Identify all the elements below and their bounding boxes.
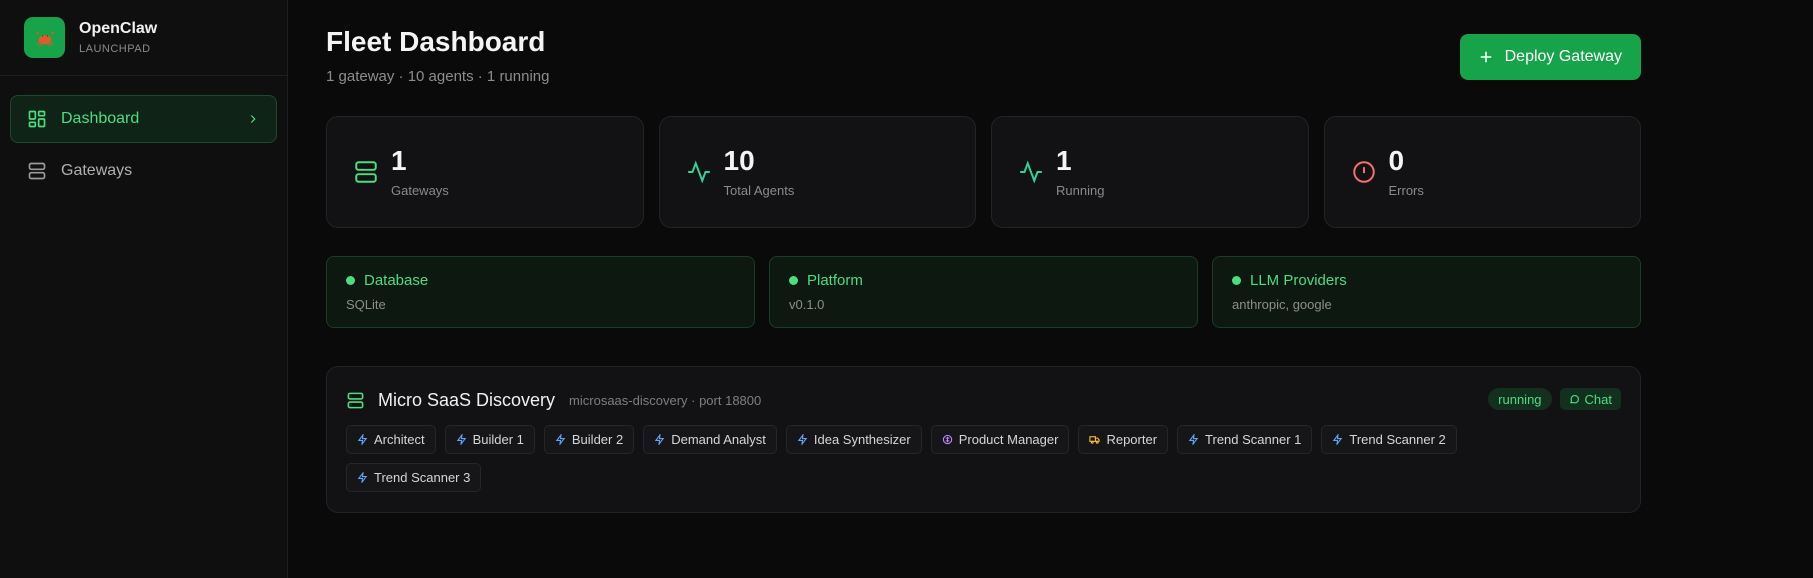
stat-value: 0 [1388,144,1405,176]
stat-label: Running [1056,182,1105,198]
sidebar: OpenClaw LAUNCHPAD Dashboard Gateways [0,0,288,578]
agent-chip[interactable]: Product Manager [930,425,1070,454]
agent-label: Demand Analyst [671,432,766,447]
sidebar-item-dashboard[interactable]: Dashboard [10,95,277,143]
zap-icon [1332,434,1343,445]
agent-label: Builder 2 [571,432,624,447]
stat-card-running: 1 Running [991,116,1309,228]
status-detail: v0.1.0 [789,297,825,312]
brain-icon [942,434,953,445]
gateway-meta: microsaas-discovery · port 18800 [569,392,762,408]
status-card-platform: Platform v0.1.0 [769,256,1198,328]
agent-label: Trend Scanner 2 [1349,432,1446,447]
page-header: Fleet Dashboard 1 gateway · 10 agents · … [326,0,1641,116]
status-card-database: Database SQLite [326,256,755,328]
deploy-gateway-label: Deploy Gateway [1504,48,1622,65]
status-dot [346,276,355,285]
agent-list: Architect Builder 1 Builder 2 Demand Ana… [346,425,1496,492]
activity-icon [686,159,712,185]
status-name: Database [364,272,429,289]
zap-icon [357,472,368,483]
stat-card-errors: 0 Errors [1323,116,1641,228]
agent-chip[interactable]: Builder 2 [543,425,635,454]
page-subtitle: 1 gateway · 10 agents · 1 running [326,68,550,85]
main-content: Fleet Dashboard 1 gateway · 10 agents · … [326,0,1641,513]
brand-subtitle: LAUNCHPAD [79,43,151,55]
stats-row: 1 Gateways 10 Total Agents 1 Running 0 E… [326,116,1641,228]
agent-label: Trend Scanner 3 [374,470,471,485]
agent-label: Architect [374,432,425,447]
status-name: LLM Providers [1250,272,1347,289]
deploy-gateway-button[interactable]: Deploy Gateway [1459,34,1641,80]
status-detail: SQLite [346,297,386,312]
status-badge: running [1488,388,1552,410]
gateway-card[interactable]: Micro SaaS Discovery microsaas-discovery… [326,366,1641,513]
stat-value: 1 [1056,144,1072,176]
status-dot [789,276,798,285]
zap-icon [456,434,467,445]
plus-icon [1479,50,1493,64]
server-icon [353,159,379,185]
stat-card-total-agents: 10 Total Agents [658,116,976,228]
crab-logo-icon [24,17,65,58]
zap-icon [654,434,665,445]
chevron-right-icon [246,112,260,126]
server-icon [27,161,47,181]
agent-label: Reporter [1106,432,1158,447]
dashboard-grid-icon [27,109,47,129]
server-icon [346,391,365,410]
agent-chip[interactable]: Trend Scanner 2 [1321,425,1457,454]
agent-chip[interactable]: Trend Scanner 1 [1177,425,1313,454]
status-dot [1232,276,1241,285]
chat-button[interactable]: Chat [1559,388,1621,410]
brand: OpenClaw LAUNCHPAD [0,0,287,76]
brand-name: OpenClaw [79,20,158,37]
status-card-llm-providers: LLM Providers anthropic, google [1212,256,1641,328]
agent-label: Trend Scanner 1 [1205,432,1302,447]
sidebar-item-label: Gateways [61,162,133,179]
stat-label: Gateways [391,182,449,198]
status-name: Platform [807,272,863,289]
stat-label: Total Agents [723,182,795,198]
zap-icon [555,434,566,445]
stat-value: 1 [391,144,407,176]
truck-icon [1089,434,1101,445]
alert-circle-icon [1351,159,1377,185]
status-detail: anthropic, google [1232,297,1332,312]
sidebar-nav: Dashboard Gateways [0,76,287,218]
page-title: Fleet Dashboard [326,26,546,57]
activity-icon [1018,159,1044,185]
agent-label: Idea Synthesizer [813,432,911,447]
agent-label: Product Manager [958,432,1059,447]
gateway-name[interactable]: Micro SaaS Discovery [378,390,555,411]
chat-bubble-icon [1569,394,1580,405]
zap-icon [1188,434,1199,445]
agent-chip[interactable]: Builder 1 [444,425,535,454]
stat-label: Errors [1388,182,1424,198]
sidebar-item-gateways[interactable]: Gateways [10,147,277,195]
agent-label: Builder 1 [472,432,524,447]
stat-card-gateways: 1 Gateways [326,116,644,228]
chat-label: Chat [1584,391,1612,407]
zap-icon [797,434,808,445]
agent-chip[interactable]: Trend Scanner 3 [346,463,482,492]
sidebar-item-label: Dashboard [61,110,140,127]
agent-chip[interactable]: Architect [346,425,436,454]
stat-value: 10 [723,144,755,176]
zap-icon [357,434,368,445]
status-row: Database SQLite Platform v0.1.0 LLM Prov… [326,256,1641,328]
agent-chip[interactable]: Idea Synthesizer [785,425,922,454]
agent-chip[interactable]: Demand Analyst [643,425,777,454]
agent-chip[interactable]: Reporter [1078,425,1169,454]
